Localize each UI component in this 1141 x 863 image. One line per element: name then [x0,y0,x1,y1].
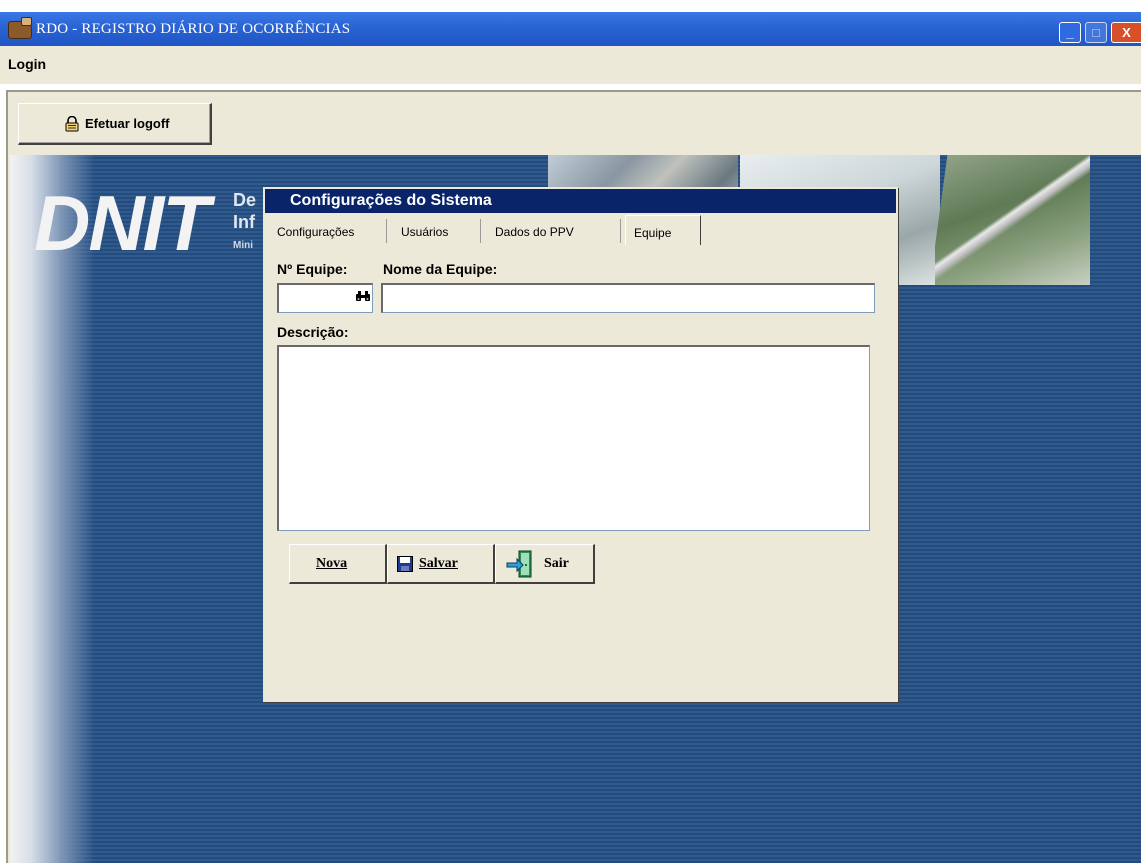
menu-bar: Login [0,46,1141,84]
tab-equipe[interactable]: Equipe [625,215,701,245]
dnit-logo-line1: De [233,190,257,210]
team-number-label: Nº Equipe: [277,261,348,277]
dialog-titlebar: Configurações do Sistema [265,189,896,213]
description-textarea[interactable] [277,345,870,531]
exit-door-icon [506,550,532,578]
app-icon [8,17,32,39]
close-button[interactable]: X [1111,22,1141,43]
new-button-label: Nova [316,556,348,571]
dialog-title: Configurações do Sistema [290,192,492,209]
window-titlebar: RDO - REGISTRO DIÁRIO DE OCORRÊNCIAS _ □… [0,12,1141,46]
exit-button-label: Sair [544,556,569,571]
minimize-button[interactable]: _ [1059,22,1081,43]
dnit-logo-line3: Mini [233,240,253,251]
dialog-tabs: Configurações Usuários Dados do PPV Equi… [273,215,893,245]
logoff-button[interactable]: Efetuar logoff [18,103,212,145]
maximize-button[interactable]: □ [1085,22,1107,43]
window-title: RDO - REGISTRO DIÁRIO DE OCORRÊNCIAS [36,21,351,37]
exit-button[interactable]: Sair [495,544,595,584]
dnit-logo-line2: Inf [233,212,255,232]
save-button-label: Salvar [419,556,458,571]
team-number-field[interactable] [277,283,373,313]
settings-dialog: Configurações do Sistema Configurações U… [263,187,898,702]
new-button[interactable]: Nova [289,544,387,584]
lock-icon [65,116,79,132]
dnit-logo: DNIT [34,179,210,267]
save-button[interactable]: Salvar [387,544,495,584]
tab-configuracoes[interactable]: Configurações [277,219,387,243]
floppy-disk-icon [397,556,413,572]
binoculars-icon[interactable] [355,290,371,302]
description-label: Descrição: [277,324,349,340]
tab-usuarios[interactable]: Usuários [401,219,481,243]
tab-dados-ppv[interactable]: Dados do PPV [495,219,621,243]
menu-item-login[interactable]: Login [8,56,46,72]
banner-photo-highway [935,155,1090,285]
team-name-field[interactable] [381,283,875,313]
team-name-label: Nome da Equipe: [383,261,498,277]
logoff-label: Efetuar logoff [85,116,170,131]
